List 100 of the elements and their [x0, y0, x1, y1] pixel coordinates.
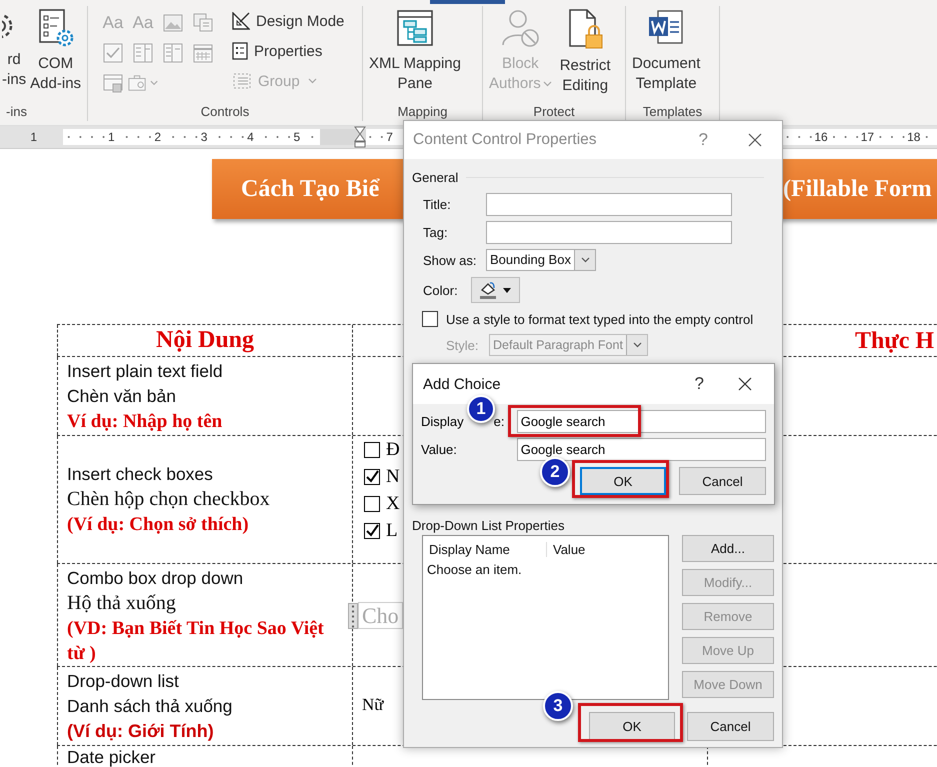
choice-label: X: [386, 492, 400, 514]
checkbox[interactable]: [422, 311, 438, 327]
field-label: Display: [421, 414, 464, 429]
cell-text: Hộ thả xuống: [67, 591, 176, 616]
form-gear-icon: [36, 8, 75, 48]
cell-text: Drop-down list: [67, 670, 179, 693]
cell-text: Insert check boxes: [67, 463, 213, 486]
group-label: Protect: [532, 103, 576, 121]
ruler-number: 4: [245, 130, 256, 144]
group-icon: [232, 72, 252, 90]
list-box-icon: [133, 43, 153, 63]
cell-text: Chèn hộp chọn checkbox: [67, 487, 270, 512]
group-label: Controls: [200, 103, 250, 121]
chevron-down-icon: [581, 257, 590, 263]
choice-label: N: [386, 466, 400, 488]
list-item[interactable]: Choose an item.: [423, 562, 668, 577]
help-button[interactable]: ?: [694, 374, 704, 394]
close-button[interactable]: [748, 133, 762, 147]
chevron-down-icon: [542, 81, 552, 88]
form-field-icon: [103, 73, 123, 93]
list-column-header[interactable]: Value: [547, 542, 586, 556]
column-header: Nội Dung: [156, 327, 254, 354]
checkbox[interactable]: [364, 496, 380, 512]
dialog-button[interactable]: Add...: [682, 535, 774, 562]
list-column-header[interactable]: Display Name: [423, 542, 547, 556]
ribbon-command[interactable]: Properties: [230, 36, 346, 66]
properties-icon: [232, 42, 248, 60]
ribbon-button[interactable]: Restrict Editing: [556, 6, 615, 98]
ruler-number: 7: [384, 130, 395, 144]
dialog-title: Content Control Properties: [413, 131, 598, 149]
ribbon-button[interactable]: Document Template: [628, 6, 704, 96]
cell-text: (Ví dụ: Giới Tính): [67, 720, 214, 743]
ruler-triangle-icon: [232, 12, 250, 30]
cell-text: (VD: Bạn Biết Tin Học Sao Việt từ ): [67, 617, 325, 666]
input-field[interactable]: Google search: [516, 438, 766, 461]
calendar-icon: [193, 43, 213, 63]
cell-text: Ví dụ: Nhập họ tên: [67, 410, 222, 434]
ribbon-button[interactable]: XML Mapping Pane: [365, 6, 465, 96]
field-label: Color:: [423, 282, 459, 298]
cell-text: Insert plain text field: [67, 360, 223, 383]
cell-text: (Ví dụ: Chọn sở thích): [67, 513, 249, 537]
list-box[interactable]: Display Name Value Choose an item.: [422, 535, 669, 700]
section-heading: Drop-Down List Properties: [412, 518, 564, 533]
field-label: Value:: [421, 442, 458, 457]
close-button[interactable]: [738, 377, 752, 391]
group-label: Templates: [642, 103, 704, 121]
chevron-down-icon: [150, 80, 158, 86]
grip-handle[interactable]: [348, 602, 358, 628]
ribbon-button[interactable]: rd -ins: [2, 6, 26, 92]
group-label: Mapping: [396, 103, 448, 121]
ruler-number: 17: [858, 130, 876, 144]
stacked-pages-icon: [193, 13, 213, 33]
cell-text: Chèn văn bản: [67, 385, 176, 408]
ruler-number: 16: [812, 130, 830, 144]
field-label: Title:: [423, 197, 452, 212]
checkbox[interactable]: [364, 468, 380, 484]
field-label: Tag:: [423, 225, 449, 240]
column-header: Thực H: [855, 328, 934, 355]
banner-title: (Fillable Form: [783, 176, 932, 202]
person-block-icon: [500, 8, 540, 48]
cell-text: Danh sách thả xuống: [67, 695, 232, 718]
choice-label: Đ: [386, 438, 400, 460]
field-label: Show as:: [423, 252, 478, 268]
input-field[interactable]: Google search: [516, 410, 766, 433]
ribbon-command[interactable]: Design Mode: [230, 6, 346, 36]
ok-button[interactable]: OK: [589, 712, 675, 741]
ruler-number: 18: [905, 130, 922, 144]
checkbox[interactable]: [364, 522, 380, 538]
ruler-number: 5: [292, 130, 302, 144]
help-button[interactable]: ?: [698, 130, 708, 150]
cancel-button[interactable]: Cancel: [687, 712, 774, 741]
dropdown[interactable]: Bounding Box: [486, 249, 596, 271]
input-field[interactable]: [486, 221, 732, 244]
cell-text: Combo box drop down: [67, 567, 244, 590]
checkbox[interactable]: [364, 442, 380, 458]
ruler-number: 3: [198, 130, 210, 144]
ruler-number: 2: [152, 130, 164, 144]
toolbox-icon: [128, 73, 148, 93]
banner-title: Cách Tạo Biể: [241, 176, 380, 202]
cell-text: Date picker: [67, 747, 156, 767]
cell-text: Nữ: [362, 695, 384, 714]
dialog-title: Add Choice: [423, 376, 502, 392]
chevron-down-icon: [633, 342, 642, 348]
checkbox-icon: [103, 43, 123, 63]
structure-pane-icon: [395, 8, 435, 48]
ribbon-button[interactable]: COM Add-ins: [26, 6, 86, 96]
field-label: e:: [494, 414, 504, 429]
field-label: Style:: [446, 338, 480, 352]
choice-label: L: [386, 520, 398, 542]
checkbox-label: Use a style to format text typed into the empty control: [446, 312, 754, 326]
group-label: -ins: [5, 103, 28, 121]
input-field[interactable]: [486, 193, 732, 216]
list-box-icon: [163, 43, 183, 63]
cancel-button[interactable]: Cancel: [679, 467, 766, 495]
section-heading: General: [412, 170, 458, 184]
chevron-down-icon: [308, 78, 317, 84]
color-picker-button[interactable]: [471, 277, 520, 303]
ruler-number: 1: [106, 130, 117, 144]
ruler-number: 1: [29, 130, 38, 144]
ok-button[interactable]: OK: [580, 467, 666, 495]
